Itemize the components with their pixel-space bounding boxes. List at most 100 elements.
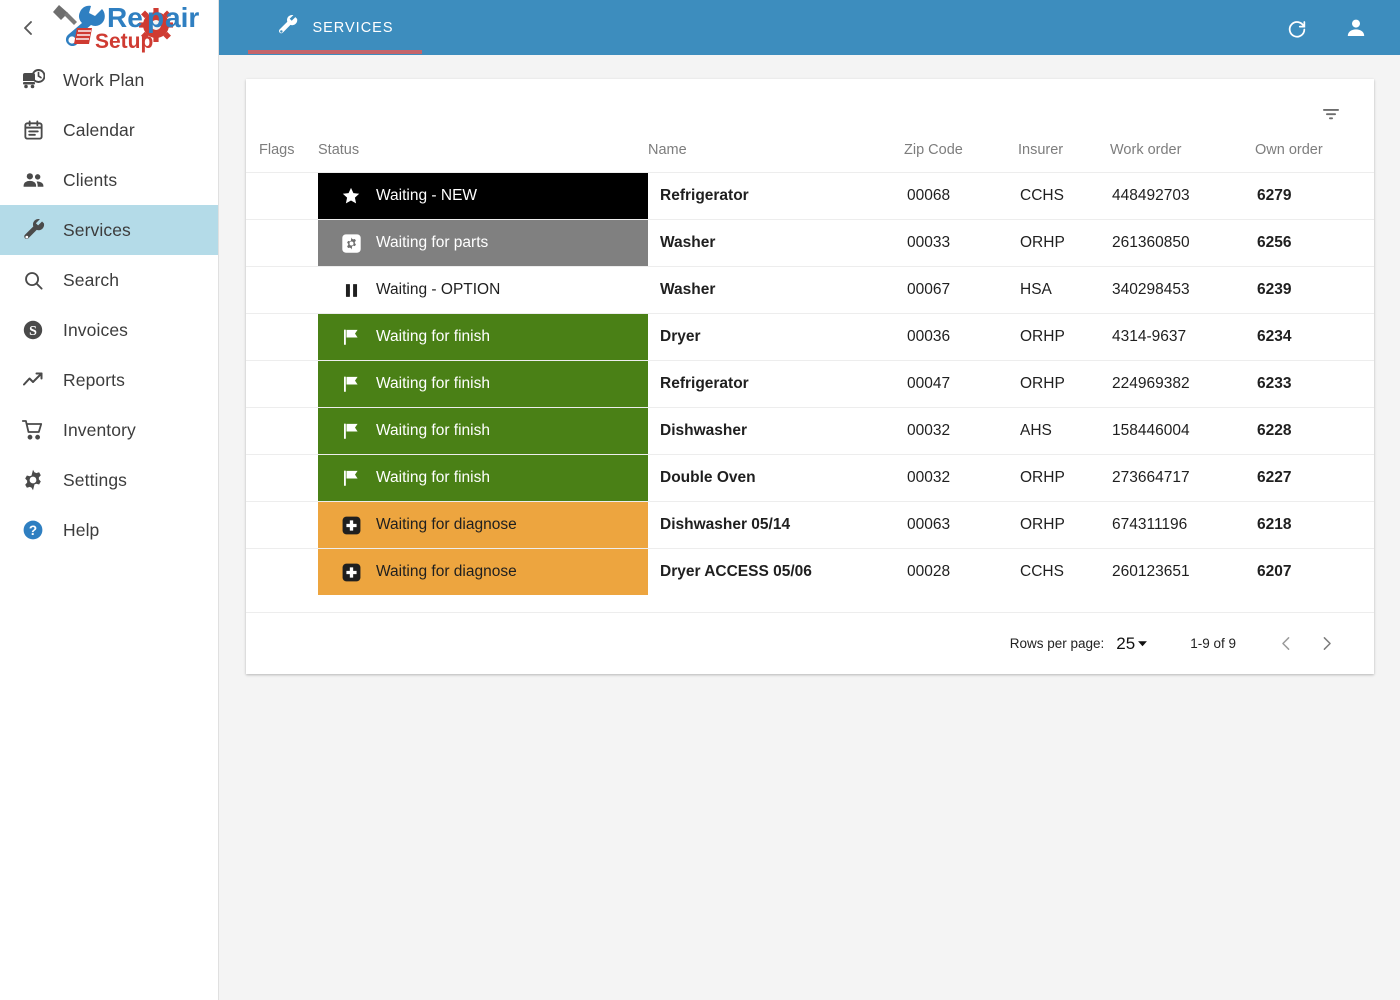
status-badge: Waiting for finish — [318, 408, 648, 454]
cell-status[interactable]: Waiting for diagnose — [318, 549, 648, 595]
status-label: Waiting for diagnose — [376, 563, 517, 580]
sidebar-item-reports[interactable]: Reports — [0, 355, 218, 405]
sidebar-item-invoices[interactable]: S Invoices — [0, 305, 218, 355]
table-row[interactable]: Waiting for parts Washer 00033 ORHP 26136085… — [246, 219, 1374, 267]
plus-box-icon — [340, 514, 362, 536]
status-label: Waiting for finish — [376, 375, 490, 392]
sidebar-item-services[interactable]: Services — [0, 205, 218, 255]
cell-status[interactable]: Waiting for finish — [318, 361, 648, 408]
cell-zip: 00028 — [907, 563, 951, 580]
column-header-own-order[interactable]: Own order — [1255, 142, 1374, 173]
account-button[interactable] — [1340, 12, 1372, 44]
sidebar-item-calendar[interactable]: Calendar — [0, 105, 218, 155]
plus-box-icon — [340, 561, 362, 583]
cell-flags — [246, 455, 318, 502]
next-page-button[interactable] — [1306, 624, 1346, 664]
cell-zip: 00036 — [907, 328, 951, 345]
search-icon — [18, 265, 48, 295]
cell-work: 224969382 — [1112, 375, 1190, 392]
cell-work: 273664717 — [1112, 469, 1190, 486]
cell-flags — [246, 502, 318, 549]
refresh-button[interactable] — [1281, 12, 1313, 44]
cell-status[interactable]: Waiting for finish — [318, 408, 648, 455]
brand-logo[interactable]: Re p air Setup — [47, 1, 215, 53]
cell-status[interactable]: Waiting for diagnose — [318, 502, 648, 549]
chevron-down-icon — [1138, 641, 1148, 647]
table-row[interactable]: Waiting for finish Dryer 00036 ORHP 4314-963… — [246, 313, 1374, 361]
table-row[interactable]: Waiting for diagnose Dishwasher 05/14 0006… — [246, 501, 1374, 549]
gear-icon — [18, 465, 48, 495]
cell-work: 674311196 — [1112, 516, 1188, 533]
person-icon — [1347, 19, 1365, 36]
cell-insurer: ORHP — [1020, 516, 1065, 533]
app-root: Re p air Setup Work Plan Calendar Client… — [0, 0, 1400, 1000]
cell-name: Dishwasher 05/14 — [660, 516, 791, 533]
cell-name: Refrigerator — [660, 375, 749, 392]
calendar-icon — [18, 115, 48, 145]
sidebar-item-label: Invoices — [63, 319, 128, 340]
table-row[interactable]: Waiting - OPTION Washer 00067 HSA 340298453 6… — [246, 266, 1374, 314]
sidebar-collapse-button[interactable] — [14, 14, 42, 42]
sidebar-item-help[interactable]: ? Help — [0, 505, 218, 555]
cell-name: Refrigerator — [660, 187, 749, 204]
cell-work: 158446004 — [1112, 422, 1190, 439]
status-label: Waiting for finish — [376, 328, 490, 345]
sidebar-item-label: Search — [63, 269, 120, 290]
cell-own: 6256 — [1257, 234, 1292, 251]
cell-own: 6234 — [1257, 328, 1292, 345]
filter-icon — [1323, 109, 1339, 120]
rows-per-page-select[interactable]: 25 — [1116, 634, 1148, 654]
column-header-zip-code[interactable]: Zip Code — [904, 142, 1018, 173]
cell-insurer: AHS — [1020, 422, 1052, 439]
flag-icon — [340, 467, 362, 489]
column-header-status[interactable]: Status — [318, 142, 648, 173]
help-circle-icon: ? — [18, 515, 48, 545]
table-row[interactable]: Waiting for diagnose Dryer ACCESS 05/06 00… — [246, 548, 1374, 595]
cell-insurer: ORHP — [1020, 469, 1065, 486]
cell-own: 6233 — [1257, 375, 1292, 392]
cell-status[interactable]: Waiting - OPTION — [318, 267, 648, 314]
status-label: Waiting - OPTION — [376, 281, 501, 298]
pagination-range-label: 1-9 of 9 — [1190, 636, 1236, 651]
status-label: Waiting for finish — [376, 469, 490, 486]
status-label: Waiting for finish — [376, 422, 490, 439]
cell-status[interactable]: Waiting - NEW — [318, 173, 648, 220]
table-row[interactable]: Waiting for finish Refrigerator 00047 ORHP 2… — [246, 360, 1374, 408]
column-header-name[interactable]: Name — [648, 142, 904, 173]
status-badge: Waiting for diagnose — [318, 502, 648, 548]
sidebar-item-label: Calendar — [63, 119, 135, 140]
cell-work: 260123651 — [1112, 563, 1190, 580]
cell-insurer: ORHP — [1020, 375, 1065, 392]
topbar-actions — [1281, 0, 1372, 55]
star-icon — [340, 185, 362, 207]
column-header-flags[interactable]: Flags — [246, 142, 318, 173]
filter-button[interactable] — [1318, 101, 1344, 127]
previous-page-button[interactable] — [1266, 624, 1306, 664]
chevron-right-icon — [1323, 637, 1331, 650]
status-label: Waiting - NEW — [376, 187, 478, 204]
column-header-insurer[interactable]: Insurer — [1018, 142, 1110, 173]
cell-status[interactable]: Waiting for finish — [318, 314, 648, 361]
sidebar-item-search[interactable]: Search — [0, 255, 218, 305]
svg-text:p: p — [147, 2, 164, 33]
cell-name: Dishwasher — [660, 422, 748, 439]
cell-status[interactable]: Waiting for parts — [318, 220, 648, 267]
chevron-left-icon — [1281, 637, 1289, 650]
sidebar-item-settings[interactable]: Settings — [0, 455, 218, 505]
dollar-icon: S — [18, 315, 48, 345]
table-row[interactable]: Waiting for finish Double Oven 00032 ORHP 27… — [246, 454, 1374, 502]
sidebar-item-inventory[interactable]: Inventory — [0, 405, 218, 455]
refresh-icon — [1288, 20, 1306, 38]
sidebar-item-work-plan[interactable]: Work Plan — [0, 55, 218, 105]
status-badge: Waiting for finish — [318, 455, 648, 501]
table-row[interactable]: Waiting for finish Dishwasher 00032 AHS 1584… — [246, 407, 1374, 455]
column-header-work-order[interactable]: Work order — [1110, 142, 1255, 173]
status-label: Waiting for parts — [376, 234, 489, 251]
tab-services[interactable]: SERVICES — [248, 0, 422, 55]
table-row[interactable]: Waiting - NEW Refrigerator 00068 CCHS 448492… — [246, 172, 1374, 220]
sidebar-item-clients[interactable]: Clients — [0, 155, 218, 205]
cell-status[interactable]: Waiting for finish — [318, 455, 648, 502]
cell-work: 261360850 — [1112, 234, 1190, 251]
rows-per-page-value: 25 — [1116, 633, 1136, 653]
status-badge: Waiting for diagnose — [318, 549, 648, 595]
